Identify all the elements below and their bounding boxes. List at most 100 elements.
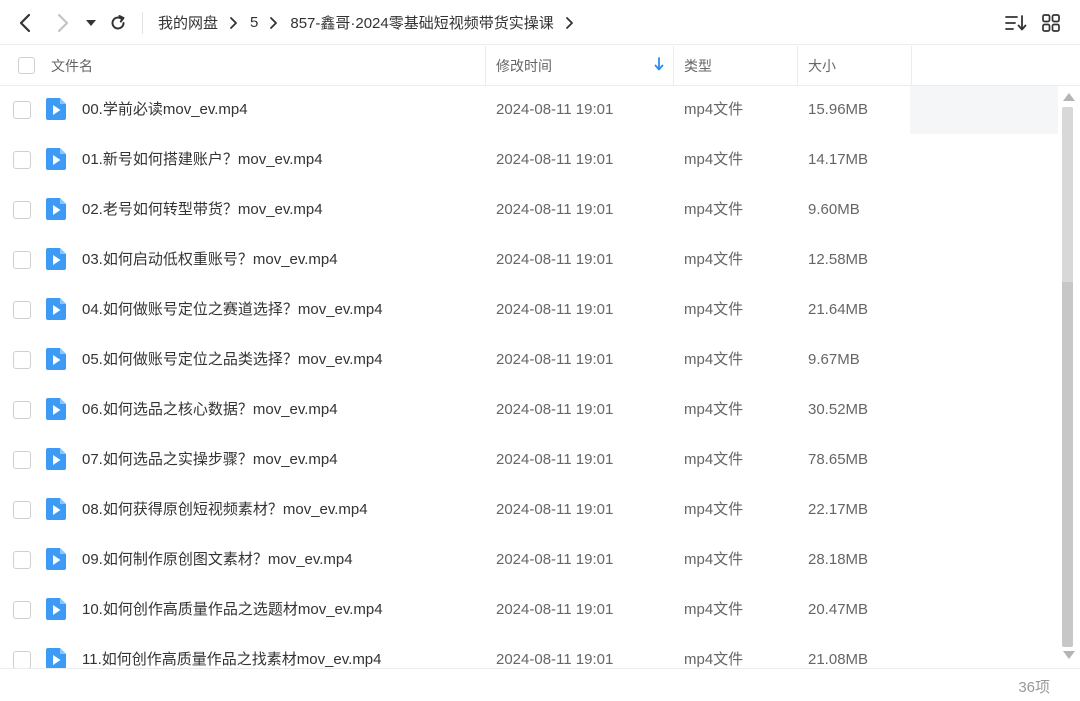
file-type: mp4文件 [684,401,744,418]
file-type: mp4文件 [684,501,744,518]
chevron-right-icon [229,16,238,30]
file-name[interactable]: 07.如何选品之实操步骤？mov_ev.mp4 [82,436,338,484]
row-checkbox[interactable] [13,351,31,369]
file-size: 14.17MB [808,151,869,168]
column-name[interactable]: 文件名 [41,46,486,85]
sort-icon [1005,15,1027,31]
file-mtime: 2024-08-11 19:01 [496,251,614,268]
file-name[interactable]: 11.如何创作高质量作品之找素材mov_ev.mp4 [82,636,382,668]
sort-button[interactable] [1004,12,1028,34]
forward-button[interactable] [50,10,76,36]
file-row[interactable]: 00.学前必读mov_ev.mp4 2024-08-11 19:01 mp4文件 15… [0,86,1058,136]
sort-desc-arrow-icon [654,57,664,71]
file-type: mp4文件 [684,301,744,318]
back-arrow-icon [19,13,31,33]
video-file-icon [46,398,66,420]
video-file-icon [46,248,66,270]
file-row[interactable]: 02.老号如何转型带货？mov_ev.mp4 2024-08-11 19:01 mp… [0,186,1058,236]
file-name[interactable]: 01.新号如何搭建账户？mov_ev.mp4 [82,136,323,184]
row-checkbox[interactable] [13,601,31,619]
file-row[interactable]: 03.如何启动低权重账号？mov_ev.mp4 2024-08-11 19:01 m… [0,236,1058,286]
row-checkbox[interactable] [13,151,31,169]
chevron-right-icon [269,16,278,30]
file-row[interactable]: 07.如何选品之实操步骤？mov_ev.mp4 2024-08-11 19:01 m… [0,436,1058,486]
file-name[interactable]: 00.学前必读mov_ev.mp4 [82,86,248,134]
chevron-right-icon [565,16,574,30]
column-mtime[interactable]: 修改时间 [486,46,674,85]
file-row[interactable]: 04.如何做账号定位之赛道选择？mov_ev.mp4 2024-08-11 19:… [0,286,1058,336]
file-name[interactable]: 09.如何制作原创图文素材？mov_ev.mp4 [82,536,353,584]
row-checkbox[interactable] [13,551,31,569]
file-size: 78.65MB [808,451,869,468]
file-mtime: 2024-08-11 19:01 [496,501,614,518]
vertical-scrollbar[interactable] [1058,86,1080,668]
grid-view-icon [1042,14,1060,32]
video-file-icon [46,198,66,220]
row-checkbox[interactable] [13,251,31,269]
refresh-button[interactable] [105,10,131,36]
video-file-icon [46,648,66,668]
file-size: 12.58MB [808,251,869,268]
row-checkbox[interactable] [13,401,31,419]
column-name-label: 文件名 [51,57,93,74]
file-row[interactable]: 09.如何制作原创图文素材？mov_ev.mp4 2024-08-11 19:01… [0,536,1058,586]
file-name[interactable]: 02.老号如何转型带货？mov_ev.mp4 [82,186,323,234]
forward-arrow-icon [57,13,69,33]
video-file-icon [46,448,66,470]
select-all-checkbox[interactable] [18,57,35,74]
file-size: 30.52MB [808,401,869,418]
video-file-icon [46,148,66,170]
toolbar-divider [142,12,143,34]
breadcrumb-item[interactable]: 我的网盘 [158,12,218,33]
row-checkbox[interactable] [13,451,31,469]
file-type: mp4文件 [684,351,744,368]
status-bar: 36项 [0,668,1080,701]
video-file-icon [46,298,66,320]
video-file-icon [46,98,66,120]
file-size: 20.47MB [808,601,869,618]
file-row[interactable]: 11.如何创作高质量作品之找素材mov_ev.mp4 2024-08-11 19:… [0,636,1058,668]
row-checkbox[interactable] [13,101,31,119]
file-name[interactable]: 04.如何做账号定位之赛道选择？mov_ev.mp4 [82,286,383,334]
back-button[interactable] [12,10,38,36]
breadcrumb-item[interactable]: 5 [250,14,258,31]
toolbar: 我的网盘 5 857-鑫哥·2024零基础短视频带货实操课 [0,0,1080,45]
history-dropdown-button[interactable] [82,10,100,36]
file-row[interactable]: 05.如何做账号定位之品类选择？mov_ev.mp4 2024-08-11 19:… [0,336,1058,386]
file-name[interactable]: 05.如何做账号定位之品类选择？mov_ev.mp4 [82,336,383,384]
row-checkbox[interactable] [13,651,31,668]
file-type: mp4文件 [684,101,744,118]
file-mtime: 2024-08-11 19:01 [496,601,614,618]
column-size[interactable]: 大小 [798,46,912,85]
row-checkbox[interactable] [13,501,31,519]
file-row[interactable]: 08.如何获得原创短视频素材？mov_ev.mp4 2024-08-11 19:0… [0,486,1058,536]
file-size: 28.18MB [808,551,869,568]
column-header: 文件名 修改时间 类型 大小 [0,46,1080,86]
column-mtime-label: 修改时间 [496,57,552,74]
column-type[interactable]: 类型 [674,46,798,85]
file-name[interactable]: 06.如何选品之核心数据？mov_ev.mp4 [82,386,338,434]
file-name[interactable]: 10.如何创作高质量作品之选题材mov_ev.mp4 [82,586,383,634]
file-size: 15.96MB [808,101,869,118]
file-row[interactable]: 10.如何创作高质量作品之选题材mov_ev.mp4 2024-08-11 19:… [0,586,1058,636]
file-size: 21.08MB [808,651,869,668]
file-mtime: 2024-08-11 19:01 [496,451,614,468]
file-mtime: 2024-08-11 19:01 [496,101,614,118]
grid-view-button[interactable] [1040,12,1062,34]
file-row[interactable]: 06.如何选品之核心数据？mov_ev.mp4 2024-08-11 19:01 m… [0,386,1058,436]
scroll-up-arrow-icon[interactable] [1063,93,1075,101]
file-type: mp4文件 [684,551,744,568]
scroll-down-arrow-icon[interactable] [1063,651,1075,659]
column-type-label: 类型 [684,57,712,74]
file-name[interactable]: 08.如何获得原创短视频素材？mov_ev.mp4 [82,486,368,534]
file-mtime: 2024-08-11 19:01 [496,201,614,218]
row-checkbox[interactable] [13,301,31,319]
file-type: mp4文件 [684,251,744,268]
file-mtime: 2024-08-11 19:01 [496,351,614,368]
file-name[interactable]: 03.如何启动低权重账号？mov_ev.mp4 [82,236,338,284]
file-row[interactable]: 01.新号如何搭建账户？mov_ev.mp4 2024-08-11 19:01 mp… [0,136,1058,186]
breadcrumb-item[interactable]: 857-鑫哥·2024零基础短视频带货实操课 [290,12,553,33]
row-checkbox[interactable] [13,201,31,219]
column-size-label: 大小 [808,57,836,74]
file-mtime: 2024-08-11 19:01 [496,301,614,318]
